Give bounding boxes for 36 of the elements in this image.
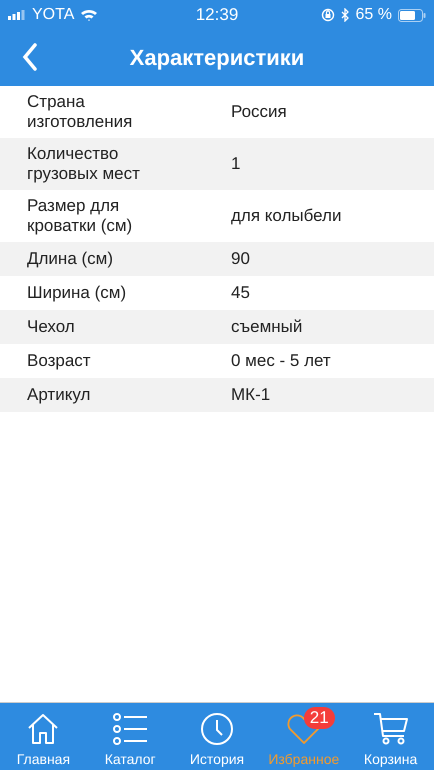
spec-label: Чехол [27, 316, 76, 338]
tab-bar-item[interactable]: Каталог [86, 703, 174, 770]
battery-percent: 65 % [356, 6, 392, 24]
spec-value: Россия [231, 102, 288, 122]
spec-label: Количество грузовых мест [27, 143, 141, 185]
screen-title: Характеристики [130, 45, 304, 71]
tab-bar-item[interactable]: История [174, 703, 260, 770]
bluetooth-icon [340, 8, 350, 22]
spec-label: Ширина (см) [27, 282, 128, 304]
cart-icon [372, 712, 409, 746]
tab-bar-item[interactable]: 21 Избранное [260, 703, 348, 770]
status-time: 12:39 [196, 5, 238, 25]
battery-icon [398, 8, 426, 22]
spec-value: для колыбели [231, 206, 342, 226]
spec-value: 1 [231, 154, 242, 174]
spec-value: съемный [231, 317, 304, 337]
rotation-lock-icon [320, 8, 335, 22]
spec-label: Длина (см) [27, 248, 114, 270]
wifi-icon [80, 9, 98, 21]
spec-value: 45 [231, 283, 251, 303]
home-icon [26, 712, 60, 746]
spec-value: МК-1 [231, 385, 272, 405]
tab-bar-item[interactable]: Корзина [347, 703, 434, 770]
spec-value: 0 мес - 5 лет [231, 351, 332, 371]
spec-label: Страна изготовления [27, 91, 134, 133]
spec-label: Артикул [27, 384, 92, 406]
spec-label: Возраст [27, 350, 92, 372]
signal-icon [8, 10, 26, 20]
count-badge: 21 [304, 707, 335, 729]
carrier-name: YOTA [32, 6, 74, 24]
spec-label: Размер для кроватки (см) [27, 195, 134, 237]
list-icon [112, 712, 148, 746]
clock-icon [200, 712, 234, 746]
back-button[interactable] [20, 41, 40, 73]
spec-value: 90 [231, 249, 251, 269]
tab-bar-item[interactable]: Главная [0, 703, 87, 770]
